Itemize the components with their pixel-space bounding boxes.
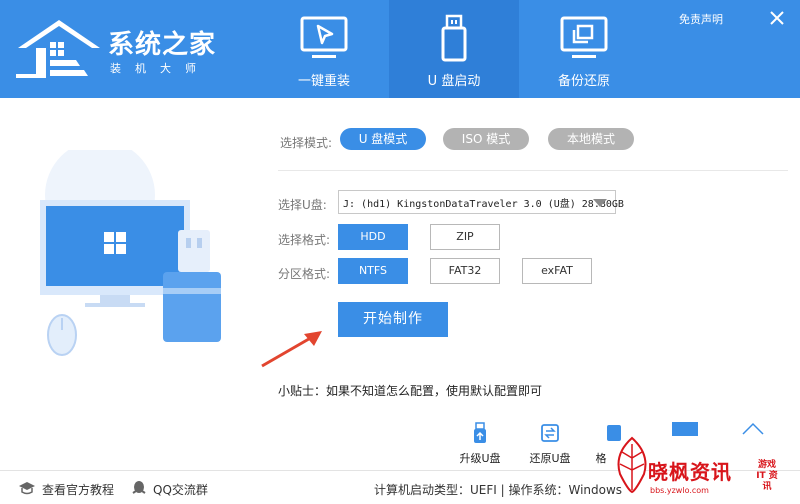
watermark-text: 晓枫资讯 — [648, 460, 732, 484]
format-zip-option[interactable]: ZIP — [430, 224, 500, 250]
tab-label: U 盘启动 — [427, 74, 481, 89]
tab-usb-boot[interactable]: U 盘启动 — [389, 0, 519, 98]
restore-icon — [541, 424, 559, 442]
chevron-down-icon — [593, 199, 607, 207]
tool-label: 还原U盘 — [529, 452, 571, 465]
format-hdd-option[interactable]: HDD — [338, 224, 408, 250]
usb-select-value: J: (hd1) KingstonDataTraveler 3.0 (U盘) 2… — [343, 199, 624, 210]
partition-ntfs-option[interactable]: NTFS — [338, 258, 408, 284]
usb-mode-pill[interactable]: U 盘模式 — [340, 128, 426, 150]
system-info: 计算机启动类型：UEFI | 操作系统：Windows — [374, 483, 623, 497]
logo-title: 系统之家 — [108, 30, 217, 60]
usb-upgrade-icon — [474, 422, 486, 443]
tab-label: 一键重装 — [297, 74, 350, 89]
tool-label: 升级U盘 — [459, 452, 501, 465]
app-logo: 系统之家 装机大师 — [14, 14, 224, 84]
usb-label: 选择U盘: — [278, 198, 327, 212]
mode-label: 选择模式: — [280, 136, 333, 150]
qq-icon — [132, 481, 146, 494]
tip-text: 小贴士：如果不知道怎么配置，使用默认配置即可 — [278, 384, 543, 398]
partition-exfat-option[interactable]: exFAT — [522, 258, 592, 284]
start-make-button[interactable]: 开始制作 — [338, 302, 448, 337]
red-arrow-annotation — [261, 331, 322, 368]
qq-group-link[interactable]: QQ交流群 — [153, 481, 208, 498]
logo-subtitle: 装机大师 — [110, 62, 210, 75]
partition-label: 分区格式: — [278, 267, 331, 281]
disclaimer-link[interactable]: 免责声明 — [679, 11, 723, 27]
usb-drive-icon — [441, 14, 467, 62]
restore-usb-tool[interactable]: 还原U盘 — [515, 418, 585, 468]
watermark-side-text: 游戏 IT 资讯 — [756, 460, 778, 492]
tab-one-click-reinstall[interactable]: 一键重装 — [259, 0, 389, 98]
upgrade-usb-tool[interactable]: 升级U盘 — [445, 418, 515, 468]
watermark: 晓枫资讯 游戏 IT 资讯 bbs.yzwlo.com — [604, 420, 800, 504]
iso-mode-pill[interactable]: ISO 模式 — [443, 128, 529, 150]
app-header: 系统之家 装机大师 一键重装 U 盘启动 备份还原 免责声明 — [0, 0, 800, 98]
backup-restore-icon — [560, 16, 608, 58]
close-icon[interactable] — [764, 6, 790, 30]
official-tutorial-link[interactable]: 查看官方教程 — [42, 481, 114, 498]
local-mode-pill[interactable]: 本地模式 — [548, 128, 634, 150]
house-logo-icon — [16, 20, 100, 78]
partition-fat32-option[interactable]: FAT32 — [430, 258, 500, 284]
usb-select[interactable]: J: (hd1) KingstonDataTraveler 3.0 (U盘) 2… — [338, 190, 624, 214]
computer-usb-illustration — [40, 150, 221, 356]
divider — [278, 170, 788, 171]
cursor-monitor-icon — [300, 16, 348, 58]
tab-backup-restore[interactable]: 备份还原 — [519, 0, 649, 98]
graduation-cap-icon — [19, 482, 35, 495]
watermark-url: bbs.yzwlo.com — [650, 486, 709, 495]
format-label: 选择格式: — [278, 233, 331, 247]
tab-label: 备份还原 — [557, 74, 610, 89]
